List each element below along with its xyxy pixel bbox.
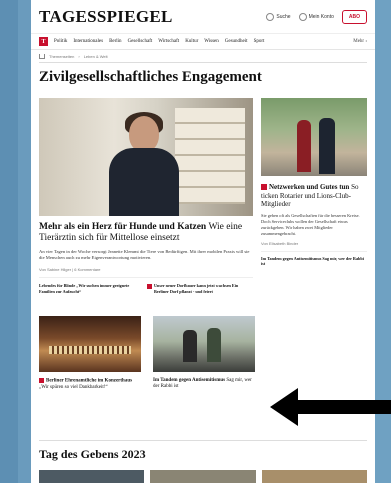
teaser-image[interactable]	[39, 470, 145, 483]
lead-headline[interactable]: Mehr als ein Herz für Hunde und Katzen W…	[39, 222, 253, 244]
side-byline: Von Elisabeth Binder	[261, 240, 299, 246]
next-section: Tag des Gebens 2023	[31, 440, 375, 483]
window-frame-left	[0, 0, 18, 483]
side-headline-kicker: Netzwerken und Gutes tun	[269, 183, 350, 191]
arrow-annotation-icon	[270, 388, 391, 426]
t-logo-badge[interactable]: T	[39, 37, 48, 46]
image-person-2	[319, 118, 335, 174]
user-icon	[298, 12, 307, 21]
nav-item[interactable]: Wirtschaft	[158, 39, 179, 44]
account-button[interactable]: Mein Konto	[298, 12, 334, 21]
cyclists-image[interactable]	[153, 316, 255, 373]
breadcrumb: Themenseiten › Leben & Welt	[31, 50, 375, 62]
teaser-grid: Mehr als ein Herz für Hunde und Katzen W…	[31, 92, 375, 294]
lead-teaser-text: An vier Tagen in der Woche versorgt Jean…	[39, 249, 250, 261]
image-person-body	[109, 148, 179, 216]
nav-item[interactable]: Gesellschaft	[128, 39, 153, 44]
teaser-card-headline[interactable]: Berliner Ehrenamtliche im Konzerthaus „W…	[39, 378, 141, 391]
lead-article[interactable]: Mehr als ein Herz für Hunde und Katzen W…	[39, 98, 253, 294]
concert-hall-image[interactable]	[39, 316, 141, 373]
breadcrumb-item[interactable]: Themenseiten	[49, 54, 74, 59]
card-rest: „Wir spüren so viel Dankbarkeit!“	[39, 385, 108, 391]
section-title: Zivilgesellschaftliches Engagement	[39, 69, 262, 85]
nav-item[interactable]: Internationales	[73, 39, 103, 44]
side-related-link[interactable]: Im Tandem gegen Antisemitismus Sag mir, …	[261, 250, 367, 267]
related-link[interactable]: Lebendes für Blinde „Wir suchen immer ge…	[39, 283, 135, 294]
home-icon[interactable]	[39, 53, 45, 59]
image-shelf	[175, 108, 245, 204]
image-person-1	[297, 120, 311, 172]
nav-item[interactable]: Kultur	[185, 39, 198, 44]
abo-button[interactable]: ABO	[341, 9, 367, 24]
section-title: Tag des Gebens 2023	[39, 447, 146, 461]
side-teaser-text: Sie geben oft als Gesellschaften für die…	[261, 212, 360, 236]
related-link-text: Unser neuer Dorfbauer kann jetzt wachsen…	[154, 283, 239, 294]
nav-item[interactable]: Sport	[254, 39, 265, 44]
related-links: Lebendes für Blinde „Wir suchen immer ge…	[39, 283, 253, 294]
account-label: Mein Konto	[308, 13, 334, 20]
nav-item[interactable]: Wissen	[204, 39, 219, 44]
site-logo[interactable]: TAGESSPIEGEL	[39, 7, 173, 27]
main-nav: T Politik Internationales Berlin Gesells…	[31, 34, 375, 50]
plus-badge-icon	[147, 283, 152, 289]
teaser-row: Berliner Ehrenamtliche im Konzerthaus „W…	[31, 316, 375, 391]
side-headline[interactable]: Netzwerken und Gutes tun So ticken Rotar…	[261, 183, 367, 209]
teaser-image[interactable]	[150, 470, 256, 483]
card-kicker: Berliner Ehrenamtliche im Konzerthaus	[46, 379, 133, 385]
plus-badge-icon	[261, 184, 267, 191]
teaser-card-headline[interactable]: Im Tandem gegen Antisemitismus Sag mir, …	[153, 378, 255, 390]
plus-badge-icon	[39, 378, 44, 384]
lead-headline-kicker: Mehr als ein Herz für Hunde und Katzen	[39, 222, 207, 232]
breadcrumb-item[interactable]: Leben & Welt	[84, 54, 108, 59]
related-link[interactable]: Unser neuer Dorfbauer kann jetzt wachsen…	[147, 283, 243, 294]
teaser-card[interactable]: Im Tandem gegen Antisemitismus Sag mir, …	[153, 316, 255, 391]
site-header: TAGESSPIEGEL Suche Mein Konto ABO	[31, 0, 375, 34]
image-person-head	[129, 116, 159, 152]
section-divider	[39, 440, 367, 441]
side-article[interactable]: Netzwerken und Gutes tun So ticken Rotar…	[261, 98, 367, 294]
teaser-image[interactable]	[261, 470, 367, 483]
header-actions: Suche Mein Konto ABO	[266, 9, 367, 24]
lead-byline: Von Sabine Hilger | 6 Kommentare	[39, 267, 101, 273]
nav-item[interactable]: Politik	[54, 39, 67, 44]
search-label: Suche	[276, 13, 291, 20]
breadcrumb-separator: ›	[78, 53, 80, 59]
image-strip	[31, 462, 375, 483]
card-kicker: Im Tandem gegen Antisemitismus	[153, 378, 226, 384]
lead-separator	[39, 277, 253, 279]
nav-item[interactable]: Berlin	[109, 39, 122, 44]
side-image[interactable]	[261, 98, 367, 176]
nav-item[interactable]: Gesundheit	[225, 39, 248, 44]
search-icon	[266, 12, 275, 21]
nav-more[interactable]: Mehr ›	[353, 39, 367, 44]
search-button[interactable]: Suche	[266, 12, 291, 21]
lead-image[interactable]	[39, 98, 253, 216]
teaser-card[interactable]: Berliner Ehrenamtliche im Konzerthaus „W…	[39, 316, 141, 391]
